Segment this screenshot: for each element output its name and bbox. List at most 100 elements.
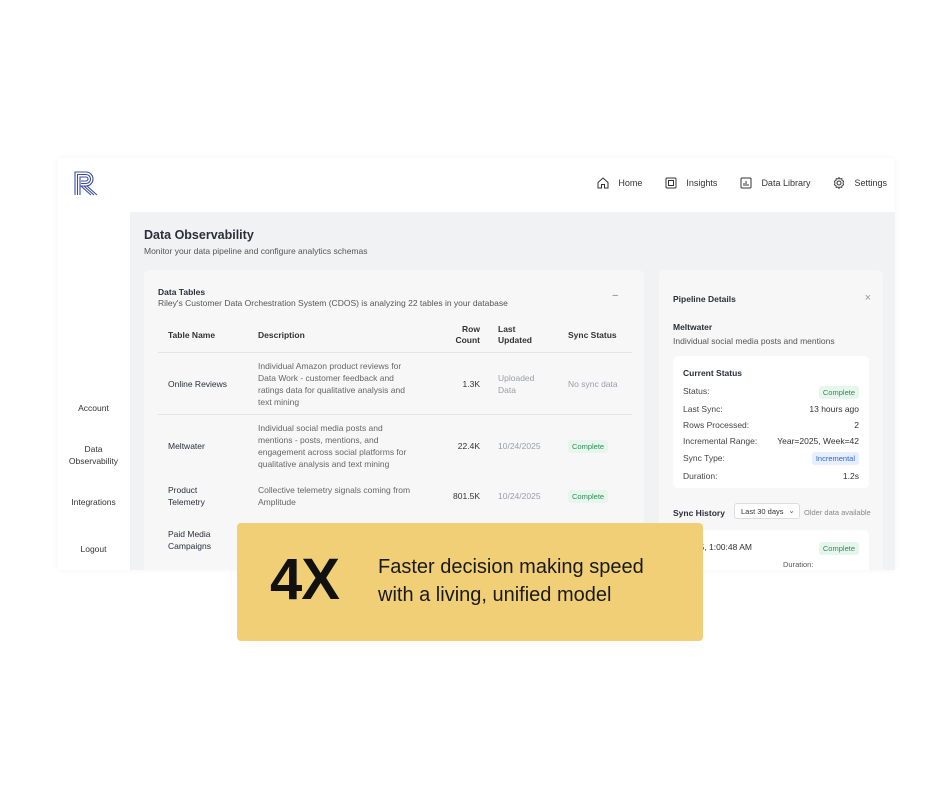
cell-last-updated: Uploaded Data: [498, 372, 534, 396]
cell-last-updated: 10/24/2025: [498, 441, 541, 451]
page-subtitle: Monitor your data pipeline and configure…: [144, 246, 368, 256]
updated-line: Data: [498, 385, 516, 395]
desc-line: mentions - posts, mentions, and: [258, 435, 379, 445]
name-line: Campaigns: [168, 541, 211, 551]
header-line: Row: [462, 324, 480, 334]
cell-last-updated: 10/24/2025: [498, 491, 541, 501]
updated-line: Uploaded: [498, 373, 535, 383]
cell-sync-status: No sync data: [568, 379, 618, 389]
brand-logo[interactable]: [73, 170, 99, 196]
cell-name: Online Reviews: [168, 379, 228, 389]
promo-headline: 4X: [270, 547, 340, 612]
cell-name: Product Telemetry: [168, 484, 205, 508]
nav-insights-label: Insights: [686, 178, 718, 188]
incremental-range-label: Incremental Range:: [683, 436, 758, 446]
tagline-line: Faster decision making speed: [378, 556, 644, 578]
column-header-sync-status[interactable]: Sync Status: [568, 330, 617, 341]
pipeline-source-name: Meltwater: [673, 322, 713, 332]
status-badge: Complete: [568, 440, 609, 453]
column-header-last-updated[interactable]: Last Updated: [498, 324, 532, 346]
cell-name: Paid Media Campaigns: [168, 528, 211, 552]
cell-row-count: 1.3K: [462, 379, 481, 389]
older-data-note: Older data available: [804, 508, 871, 517]
desc-line: ratings data for qualitative analysis an…: [258, 385, 405, 395]
rows-processed-value: 2: [854, 420, 859, 430]
main-content: Data Observability Monitor your data pip…: [130, 212, 895, 570]
sidebar-item-label: Observability: [68, 456, 119, 466]
desc-line: qualitative analysis and text mining: [258, 459, 390, 469]
sidebar-item-label: Data: [84, 444, 103, 454]
cell-description: Individual social media posts and mentio…: [258, 422, 428, 470]
sync-type-badge: Incremental: [811, 452, 859, 465]
insights-icon: [665, 177, 677, 189]
promo-tagline: Faster decision making speed with a livi…: [378, 553, 688, 609]
rows-processed-label: Rows Processed:: [683, 420, 750, 430]
sidebar-item-account[interactable]: Account: [57, 402, 130, 414]
divider: [158, 352, 632, 353]
nav-data-library-label: Data Library: [761, 178, 811, 188]
divider: [158, 414, 632, 415]
top-nav: Home Insights Data Library Settings: [596, 176, 887, 190]
desc-line: Individual Amazon product reviews for: [258, 361, 402, 371]
cell-row-count: 22.4K: [457, 441, 480, 451]
column-header-row-count[interactable]: Row Count: [440, 324, 480, 346]
sidebar-item-data-observability[interactable]: Data Observability: [57, 443, 130, 467]
sidebar-item-integrations[interactable]: Integrations: [57, 496, 130, 508]
desc-line: Individual social media posts and: [258, 423, 383, 433]
desc-line: text mining: [258, 397, 300, 407]
desc-line: Collective telemetry signals coming from: [258, 485, 411, 495]
home-icon: [597, 177, 609, 189]
desc-line: engagement across social platforms for: [258, 447, 407, 457]
desc-line: Amplitude: [258, 497, 296, 507]
incremental-range-value: Year=2025, Week=42: [777, 436, 859, 446]
current-status-box: Current Status Status: Complete Last Syn…: [673, 356, 869, 488]
card-subtitle: Riley's Customer Data Orchestration Syst…: [158, 298, 508, 308]
status-title: Current Status: [683, 368, 743, 378]
nav-home[interactable]: Home: [596, 176, 642, 190]
status-badge: Complete: [818, 386, 859, 399]
date-range-select[interactable]: Last 30 days ⌄: [734, 503, 800, 519]
header-line: Last: [498, 324, 516, 334]
header-line: Count: [455, 335, 480, 345]
sync-type-label: Sync Type:: [683, 453, 725, 463]
last-sync-value: 13 hours ago: [809, 404, 859, 414]
cell-row-count: 801.5K: [453, 491, 480, 501]
card-title: Data Tables: [158, 287, 206, 297]
duration-value: 1.2s: [842, 471, 859, 481]
column-header-description[interactable]: Description: [258, 330, 305, 341]
nav-insights[interactable]: Insights: [664, 176, 717, 190]
collapse-button[interactable]: –: [612, 290, 618, 301]
app-window: Home Insights Data Library Settings Acco…: [57, 158, 895, 570]
pipeline-source-description: Individual social media posts and mentio…: [673, 336, 835, 346]
duration-label: Duration:: [683, 471, 718, 481]
status-badge: Complete: [568, 490, 609, 503]
nav-home-label: Home: [618, 178, 643, 188]
name-line: Telemetry: [168, 497, 205, 507]
sidebar-item-logout[interactable]: Logout: [57, 543, 130, 555]
close-icon[interactable]: ×: [865, 292, 871, 304]
page-title: Data Observability: [144, 228, 254, 242]
desc-line: Data Work - customer feedback and: [258, 373, 394, 383]
sync-history-title: Sync History: [673, 508, 725, 518]
entry-duration-label: Duration:: [783, 560, 814, 569]
sidebar: Account Data Observability Integrations …: [57, 212, 130, 570]
last-sync-label: Last Sync:: [683, 404, 723, 414]
header-line: Updated: [498, 335, 532, 345]
cell-description: Individual Amazon product reviews for Da…: [258, 360, 428, 408]
promo-banner: 4X Faster decision making speed with a l…: [237, 523, 703, 641]
cell-name: Meltwater: [168, 441, 205, 451]
chart-icon: [740, 177, 752, 189]
gear-icon: [834, 176, 845, 190]
nav-data-library[interactable]: Data Library: [739, 176, 810, 190]
nav-settings-label: Settings: [854, 178, 887, 188]
tagline-line: with a living, unified model: [378, 584, 612, 606]
nav-settings[interactable]: Settings: [832, 176, 887, 190]
chevron-down-icon: ⌄: [788, 506, 795, 515]
name-line: Paid Media: [168, 529, 211, 539]
status-badge: Complete: [818, 542, 859, 555]
status-label: Status:: [683, 386, 710, 396]
name-line: Product: [168, 485, 198, 495]
date-range-value: Last 30 days: [741, 507, 784, 516]
cell-description: Collective telemetry signals coming from…: [258, 484, 428, 508]
column-header-name[interactable]: Table Name: [168, 330, 215, 341]
